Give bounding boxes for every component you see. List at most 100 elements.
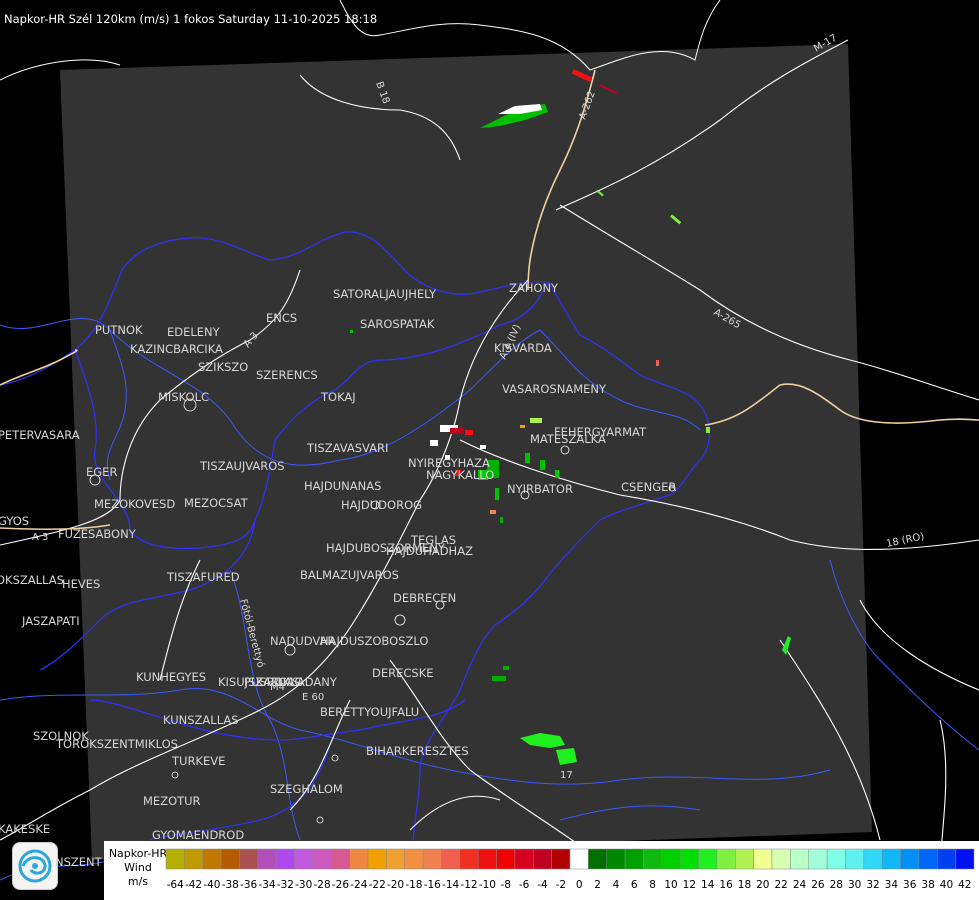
place-label: BALMAZUJVAROS	[300, 568, 399, 582]
road-label: M4	[270, 682, 285, 693]
legend-swatch	[184, 848, 203, 870]
legend-tick-label: -22	[369, 879, 386, 891]
legend-tick-label: -4	[537, 879, 548, 891]
legend-tick-label: 2	[594, 879, 601, 891]
napkor-logo	[12, 842, 58, 890]
legend-swatch	[496, 848, 516, 870]
legend-swatch	[881, 848, 901, 870]
radar-coverage-area	[60, 44, 872, 860]
place-label: KAKESKE	[0, 822, 50, 836]
place-label: SAROSPATAK	[360, 317, 435, 331]
radar-map[interactable]: SATORALJAUJHELY SAROSPATAK ZAHONY PUTNOK EDE…	[0, 0, 979, 900]
legend-swatch	[955, 848, 975, 870]
legend-swatch	[257, 848, 277, 870]
legend-tick-label: -12	[460, 879, 477, 891]
legend-swatch	[275, 848, 295, 870]
legend-swatch	[331, 848, 350, 870]
legend-swatch	[937, 848, 956, 870]
legend-swatch	[679, 848, 699, 870]
legend-swatch	[716, 848, 736, 870]
place-label: OKSZALLAS	[0, 573, 64, 587]
legend-tick-label: -64	[167, 879, 184, 891]
place-label: SATORALJAUJHELY	[333, 287, 437, 301]
legend-swatch	[753, 848, 773, 870]
legend-tick-label: -2	[556, 879, 566, 891]
legend-tick-label: -20	[387, 879, 404, 891]
place-label: DERECSKE	[372, 666, 434, 680]
place-label: KUNSZALLAS	[163, 713, 239, 727]
place-label: FUZESABONY	[58, 527, 137, 541]
legend-swatch	[349, 848, 369, 870]
legend-swatch	[771, 848, 791, 870]
legend-tick-label: 16	[719, 879, 733, 891]
place-label: PUTNOK	[95, 323, 143, 337]
legend-swatch	[533, 848, 552, 870]
legend-tick-label: 40	[940, 879, 953, 891]
legend-swatch	[790, 848, 809, 870]
place-label: KAZINCBARCIKA	[130, 342, 223, 356]
place-label: PETERVASARA	[0, 428, 80, 442]
legend-swatch	[404, 848, 424, 870]
legend-swatch	[643, 848, 663, 870]
legend-tick-label: -24	[350, 879, 367, 891]
place-label: MATESZALKA	[530, 432, 606, 446]
legend-swatch	[588, 848, 607, 870]
legend-tick-label: 0	[576, 879, 583, 891]
legend-tick-label: 18	[738, 879, 751, 891]
legend-tick-label: -6	[519, 879, 530, 891]
legend-tick-label: -28	[314, 879, 331, 891]
legend-tick-label: -8	[500, 879, 510, 891]
legend-tick-label: 12	[683, 879, 696, 891]
place-label: SZIKSZO	[198, 360, 248, 374]
legend-tick-label: 30	[848, 879, 861, 891]
legend-tick-label: -10	[479, 879, 496, 891]
place-label: KUNHEGYES	[136, 670, 206, 684]
place-label: HAJDUSZOBOSZLO	[320, 634, 428, 648]
place-label: TISZAVASVARI	[306, 441, 388, 455]
place-label: NYIRBATOR	[507, 482, 573, 496]
road-label: E 60	[302, 692, 324, 703]
legend-tick-label: -32	[277, 879, 294, 891]
legend-tick-label: -16	[424, 879, 441, 891]
place-label: DEBRECEN	[393, 591, 456, 605]
legend-swatch	[239, 848, 259, 870]
place-label: EDELENY	[167, 325, 221, 339]
place-label: TOKAJ	[320, 390, 356, 404]
legend-tick-label: -18	[405, 879, 422, 891]
legend-swatch	[551, 848, 571, 870]
legend-swatch	[735, 848, 754, 870]
legend-swatch	[459, 848, 479, 870]
legend-swatch	[918, 848, 938, 870]
place-label: SZERENCS	[256, 368, 318, 382]
place-label: PUSPOKLADANY	[244, 675, 338, 689]
place-label: TURKEVE	[171, 754, 225, 768]
place-label: GYOMAENDROD	[152, 828, 244, 842]
legend-swatch	[441, 848, 461, 870]
legend-swatch	[514, 848, 534, 870]
place-label: BIHARKERESZTES	[366, 744, 469, 758]
legend-swatch	[661, 848, 681, 870]
place-label: SZEGHALOM	[270, 782, 343, 796]
legend-swatch	[202, 848, 222, 870]
place-label: BERETTYOUJFALU	[320, 705, 419, 719]
place-label: HAJDUNANAS	[304, 479, 381, 493]
legend-tick-label: 36	[903, 879, 917, 891]
place-label: VASAROSNAMENY	[502, 382, 607, 396]
place-label: TISZAFURED	[166, 570, 240, 584]
legend-tick-label: -38	[222, 879, 239, 891]
place-label: MEZOCSAT	[184, 496, 249, 510]
legend-tick-label: 24	[793, 879, 807, 891]
bottom-place-label: NSZENT	[55, 855, 102, 869]
legend-tick-label: 22	[774, 879, 787, 891]
place-label: HEVES	[62, 577, 100, 591]
place-label: ZAHONY	[509, 281, 559, 295]
legend-tick-label: 38	[921, 879, 934, 891]
legend-tick-label: -40	[203, 879, 220, 891]
legend-tick-label: -36	[240, 879, 257, 891]
legend-tick-label: 14	[701, 879, 715, 891]
road-label: 17	[560, 770, 573, 781]
legend-swatch	[606, 848, 626, 870]
legend-swatch	[165, 848, 185, 870]
place-label: MEZOTUR	[143, 794, 201, 808]
legend-tick-label: -14	[442, 879, 459, 891]
